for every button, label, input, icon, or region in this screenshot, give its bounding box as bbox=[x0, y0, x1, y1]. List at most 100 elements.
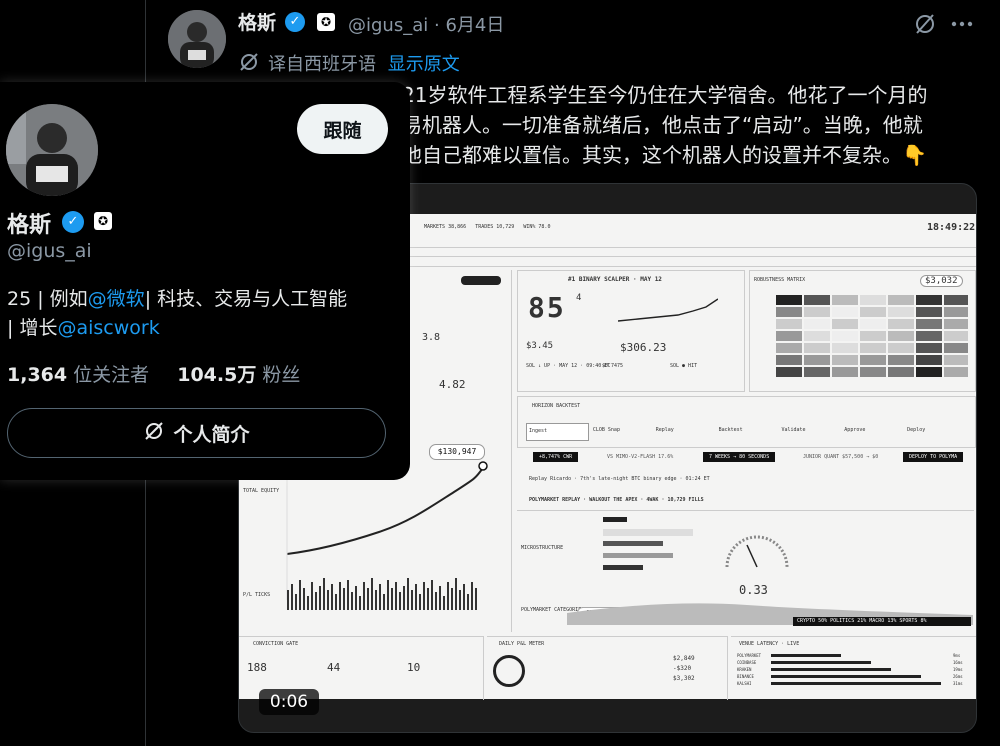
horizon-step: Validate bbox=[781, 427, 806, 433]
score-value: 85 bbox=[528, 291, 566, 324]
conviction-value: 44 bbox=[327, 661, 341, 674]
horizon-step: Replay bbox=[655, 427, 674, 433]
scalper-panel: #1 BINARY SCALPER · MAY 12 85 4 $3.45 $3… bbox=[517, 270, 745, 392]
stat-chip: +8,747% CWR bbox=[533, 452, 579, 462]
more-icon[interactable] bbox=[950, 12, 974, 36]
followers-count: 104.5万 bbox=[177, 364, 257, 386]
hover-card-bio: 25 | 例如@微软| 科技、交易与人工智能 | 增长@aiscwork bbox=[7, 285, 402, 343]
bio-mention-link[interactable]: @aiscwork bbox=[57, 317, 159, 339]
video-timestamp: 0:06 bbox=[259, 689, 319, 715]
bio-text: | 科技、交易与人工智能 bbox=[144, 288, 348, 310]
replay-title: POLYMARKET REPLAY · WALKOUT THE APEX · 4… bbox=[529, 497, 704, 503]
pnl-panel: DAILY P&L METER $2,849 -$320 $3,302 bbox=[487, 636, 728, 700]
horizon-title: HORIZON BACKTEST bbox=[532, 403, 581, 409]
about-profile-icon bbox=[143, 420, 165, 447]
category-chip: SPORTS 8% bbox=[899, 618, 927, 624]
latency-bar bbox=[771, 675, 921, 678]
scalper-sparkline bbox=[618, 298, 718, 322]
hover-card-handle[interactable]: @igus_ai bbox=[7, 240, 92, 262]
latency-value: 26ms bbox=[953, 674, 963, 679]
latency-value: 9ms bbox=[953, 653, 961, 658]
total-value: $306.23 bbox=[620, 341, 667, 354]
pl-ticks-chart bbox=[287, 578, 477, 610]
tweet-date[interactable]: 6月4日 bbox=[445, 15, 504, 36]
follow-button[interactable]: 跟随 bbox=[297, 104, 388, 154]
bio-text: 25 | 例如 bbox=[7, 288, 88, 310]
dash-stat: MARKETS 38,866 bbox=[424, 224, 467, 230]
category-chip: POLITICS 21% bbox=[830, 618, 867, 624]
category-chip: MACRO 13% bbox=[869, 618, 897, 624]
replay-panel: MICROSTRUCTURE POLYMARKET CATEGORIES CON… bbox=[517, 510, 974, 633]
grok-icon[interactable] bbox=[913, 12, 937, 36]
pnl-value: $2,849 bbox=[673, 655, 695, 662]
tweet-text-line: 易机器人。一切准备就绪后，他点击了“启动”。当晚，他就 bbox=[402, 113, 923, 137]
conviction-title: CONVICTION GATE bbox=[253, 641, 299, 647]
dash-clock: 18:49:22 bbox=[927, 222, 976, 233]
scalper-title: #1 BINARY SCALPER · MAY 12 bbox=[568, 276, 662, 283]
bio-line: 25 | 例如@微软| 科技、交易与人工智能 bbox=[7, 285, 402, 314]
latency-bar bbox=[771, 661, 871, 664]
category-chip: CRYPTO 50% bbox=[797, 618, 828, 624]
dash-top-stats: MARKETS 38,866 TRADES 10,729 WIN% 78.0 bbox=[424, 224, 550, 230]
horizon-step: Deploy bbox=[907, 427, 926, 433]
replay-bars bbox=[603, 517, 693, 570]
following-count: 1,364 bbox=[7, 364, 68, 386]
stat-chip: VS MIMO-V2-FLASH 17.6% bbox=[607, 454, 674, 460]
latency-value: 16ms bbox=[953, 660, 963, 665]
horizon-steps: Ingest CLOB Snap Replay Backtest Validat… bbox=[526, 423, 966, 441]
categories-chip-text: CRYPTO 50% POLITICS 21% MACRO 13% SPORTS… bbox=[797, 618, 926, 624]
equity-label: TOTAL EQUITY bbox=[243, 488, 280, 494]
side-left: SOL ↓ UP · MAY 12 · 09:40 ET bbox=[526, 363, 611, 369]
tweet-text: 21岁软件工程系学生至今仍住在大学宿舍。他花了一个月的 易机器人。一切准备就绪后… bbox=[402, 80, 982, 170]
pnl-ring-icon bbox=[493, 655, 525, 687]
tweet-author-name[interactable]: 格斯 bbox=[238, 8, 276, 35]
pl-ticks-label: P/L TICKS bbox=[243, 592, 271, 598]
robustness-panel: ROBUSTNESS MATRIX $3,032 bbox=[749, 270, 976, 392]
stat-chip: DEPLOY TO POLYMA bbox=[903, 452, 964, 462]
robustness-value: $3,032 bbox=[920, 275, 963, 287]
translated-from-label: 译自西班牙语 bbox=[268, 54, 376, 75]
followers-stat[interactable]: 104.5万 粉丝 bbox=[177, 364, 300, 386]
horizon-step: Backtest bbox=[718, 427, 743, 433]
tweet-meta: @igus_ai · 6月4日 bbox=[348, 11, 504, 37]
robustness-heatmap bbox=[776, 295, 968, 377]
hover-card-avatar[interactable] bbox=[6, 104, 98, 196]
show-original-link[interactable]: 显示原文 bbox=[388, 54, 460, 75]
edge-value: $3.45 bbox=[526, 341, 554, 351]
score-sup: 4 bbox=[576, 293, 582, 303]
verified-badge-icon: ✓ bbox=[285, 12, 305, 32]
gauge bbox=[725, 535, 789, 568]
dash-stat: TRADES 10,729 bbox=[475, 224, 515, 230]
latency-bar bbox=[771, 668, 891, 671]
side-right: SOL ● HIT bbox=[670, 363, 698, 369]
profile-summary-button[interactable]: 个人简介 bbox=[7, 408, 386, 458]
conviction-value: 188 bbox=[247, 661, 267, 674]
profile-hover-card: 跟随 格斯 ✓ ✪ @igus_ai 25 | 例如@微软| 科技、交易与人工智… bbox=[0, 82, 410, 480]
side-mid: $0.7475 bbox=[602, 363, 624, 369]
dash-stat: WIN% 78.0 bbox=[523, 224, 551, 230]
bio-line: | 增长@aiscwork bbox=[7, 314, 402, 343]
horizon-step: CLOB Snap bbox=[592, 427, 620, 433]
profile-summary-label: 个人简介 bbox=[173, 423, 250, 446]
bio-mention-link[interactable]: @微软 bbox=[88, 288, 145, 310]
pnl-title: DAILY P&L METER bbox=[499, 641, 545, 647]
stat-chip: JUNIOR QUANT $57,500 → $0 bbox=[803, 454, 879, 460]
horizon-step: Ingest bbox=[526, 423, 589, 441]
tweet-author-avatar[interactable] bbox=[168, 10, 226, 68]
meta-separator: · bbox=[433, 15, 440, 36]
horizon-panel: HORIZON BACKTEST Ingest CLOB Snap Replay… bbox=[517, 396, 976, 448]
following-label: 位关注者 bbox=[73, 364, 150, 386]
following-stat[interactable]: 1,364 位关注者 bbox=[7, 364, 149, 386]
translation-note: 译自西班牙语 显示原文 bbox=[268, 50, 460, 76]
hover-card-name[interactable]: 格斯 bbox=[7, 207, 51, 239]
verified-badge-icon: ✓ bbox=[62, 211, 84, 233]
latency-title: VENUE LATENCY · LIVE bbox=[739, 641, 800, 647]
micro-label: MICROSTRUCTURE bbox=[521, 545, 564, 551]
latency-bar bbox=[771, 654, 841, 657]
tweet-text-line: 他自己都难以置信。其实，这个机器人的设置并不复杂。👇 bbox=[402, 143, 927, 167]
stats-chip-bar: +8,747% CWR VS MIMO-V2-FLASH 17.6% 7 WEE… bbox=[517, 452, 974, 463]
tweet-handle[interactable]: @igus_ai bbox=[348, 15, 428, 36]
latency-value: 19ms bbox=[953, 667, 963, 672]
tweet-text-line: 21岁软件工程系学生至今仍住在大学宿舍。他花了一个月的 bbox=[402, 83, 928, 107]
translate-icon bbox=[238, 51, 260, 73]
